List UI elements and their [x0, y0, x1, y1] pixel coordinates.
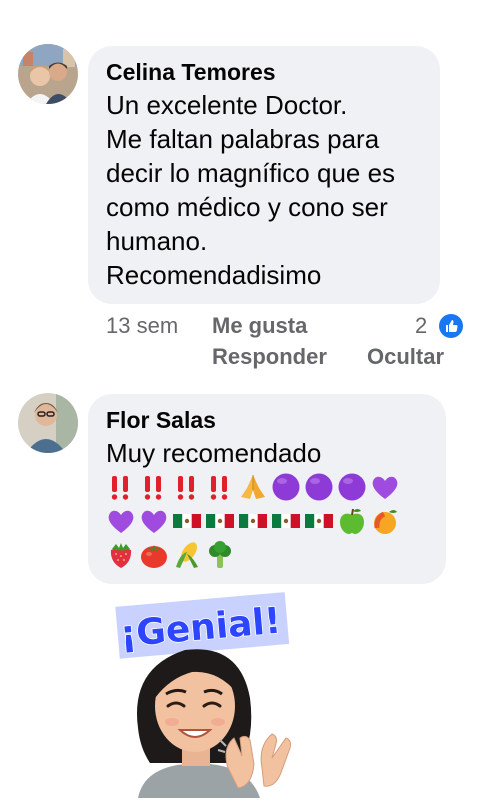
comment-text-line: Un excelente Doctor.: [106, 90, 348, 120]
emoji-row: [106, 470, 428, 504]
tomato-icon: [141, 545, 167, 568]
thumbs-up-icon[interactable]: [439, 314, 463, 338]
comment-bubble-flor[interactable]: Flor Salas Muy recomendado: [88, 394, 446, 584]
purple-circle-icon: [338, 473, 366, 501]
folded-hands-icon: [241, 475, 265, 499]
purple-circle-icon: [272, 473, 300, 501]
like-button[interactable]: Me gusta: [212, 312, 307, 340]
emoji-row: [106, 504, 428, 538]
mexico-flag-icon: [305, 514, 333, 528]
purple-heart-icon: [108, 510, 134, 533]
purple-heart-icon: [372, 476, 398, 499]
comment-text-line: decir lo magnífico que es: [106, 158, 396, 188]
comment-text-line: Muy recomendado: [106, 438, 322, 468]
green-apple-icon: [340, 508, 364, 534]
comment-text-line: como médico y cono ser: [106, 192, 388, 222]
double-exclamation-icon: [177, 476, 195, 500]
double-exclamation-icon: [144, 476, 162, 500]
sticker-genial[interactable]: ¡Genial!: [100, 588, 300, 798]
avatar-celina[interactable]: [18, 44, 78, 104]
comment-text-line: Recomendadisimo: [106, 260, 322, 290]
purple-heart-icon: [141, 510, 167, 533]
hide-button[interactable]: Ocultar: [367, 343, 444, 371]
avatar-flor[interactable]: [18, 393, 78, 453]
mexico-flag-icon: [206, 514, 234, 528]
reaction-count[interactable]: 2: [415, 312, 427, 340]
emoji-row: [106, 538, 428, 572]
reply-button[interactable]: Responder: [212, 343, 327, 371]
corn-icon: [176, 542, 198, 568]
mexico-flag-icon: [239, 514, 267, 528]
double-exclamation-icon: [210, 476, 228, 500]
comment-bubble-celina[interactable]: Celina Temores Un excelente Doctor. Me f…: [88, 46, 440, 304]
strawberry-icon: [110, 543, 132, 568]
comment-timestamp[interactable]: 13 sem: [106, 312, 178, 340]
comment-author[interactable]: Celina Temores: [106, 58, 422, 86]
mango-icon: [374, 510, 397, 534]
mexico-flag-icon: [173, 514, 201, 528]
comment-text-line: Me faltan palabras para: [106, 124, 380, 154]
double-exclamation-icon: [111, 476, 129, 500]
broccoli-icon: [209, 541, 231, 568]
mexico-flag-icon: [272, 514, 300, 528]
purple-circle-icon: [305, 473, 333, 501]
comment-author[interactable]: Flor Salas: [106, 406, 428, 434]
comment-text-line: humano.: [106, 226, 208, 256]
